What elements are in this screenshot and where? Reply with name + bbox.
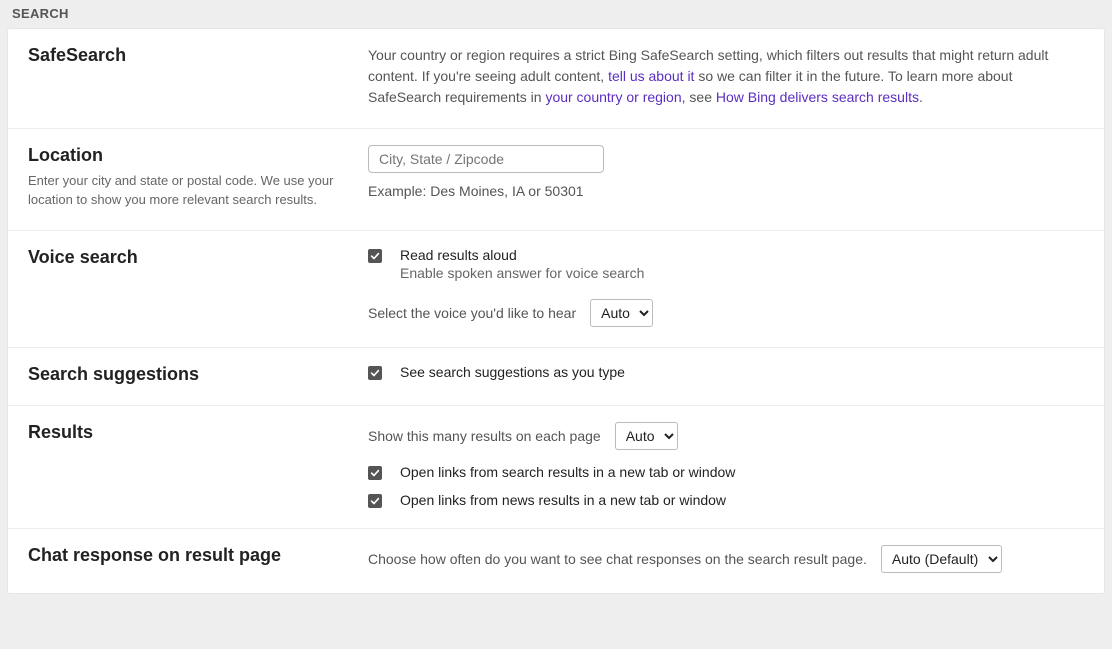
read-aloud-label: Read results aloud: [400, 247, 1084, 263]
section-location: Location Enter your city and state or po…: [8, 129, 1104, 231]
settings-page: SEARCH SafeSearch Your country or region…: [0, 0, 1112, 649]
chat-frequency-select[interactable]: Auto (Default): [881, 545, 1002, 573]
search-new-tab-checkbox[interactable]: [368, 466, 382, 480]
suggestions-label: See search suggestions as you type: [400, 364, 1084, 380]
news-new-tab-checkbox[interactable]: [368, 494, 382, 508]
how-bing-link[interactable]: How Bing delivers search results: [716, 89, 919, 105]
tell-us-link[interactable]: tell us about it: [608, 68, 694, 84]
news-new-tab-label: Open links from news results in a new ta…: [400, 492, 1084, 508]
safesearch-title: SafeSearch: [28, 45, 348, 66]
section-search-suggestions: Search suggestions See search suggestion…: [8, 348, 1104, 406]
location-title: Location: [28, 145, 348, 166]
location-subtitle: Enter your city and state or postal code…: [28, 172, 348, 210]
results-count-label: Show this many results on each page: [368, 428, 601, 444]
read-aloud-help: Enable spoken answer for voice search: [400, 265, 1084, 281]
search-suggestions-title: Search suggestions: [28, 364, 348, 385]
voice-search-title: Voice search: [28, 247, 348, 268]
section-results: Results Show this many results on each p…: [8, 406, 1104, 529]
section-safesearch: SafeSearch Your country or region requir…: [8, 29, 1104, 129]
results-count-select[interactable]: Auto: [615, 422, 678, 450]
settings-panel: SafeSearch Your country or region requir…: [8, 29, 1104, 593]
country-region-link[interactable]: your country or region: [545, 89, 681, 105]
location-input[interactable]: [368, 145, 604, 173]
voice-select[interactable]: Auto: [590, 299, 653, 327]
suggestions-checkbox[interactable]: [368, 366, 382, 380]
safesearch-description: Your country or region requires a strict…: [368, 45, 1084, 108]
section-voice-search: Voice search Read results aloud Enable s…: [8, 231, 1104, 348]
results-title: Results: [28, 422, 348, 443]
chat-desc: Choose how often do you want to see chat…: [368, 551, 867, 567]
safesearch-text-4: .: [919, 89, 923, 105]
read-aloud-checkbox[interactable]: [368, 249, 382, 263]
voice-select-label: Select the voice you'd like to hear: [368, 305, 576, 321]
safesearch-text-3: , see: [682, 89, 716, 105]
page-title: SEARCH: [0, 0, 1112, 29]
section-chat-response: Chat response on result page Choose how …: [8, 529, 1104, 593]
location-example: Example: Des Moines, IA or 50301: [368, 183, 1084, 199]
search-new-tab-label: Open links from search results in a new …: [400, 464, 1084, 480]
chat-response-title: Chat response on result page: [28, 545, 348, 566]
